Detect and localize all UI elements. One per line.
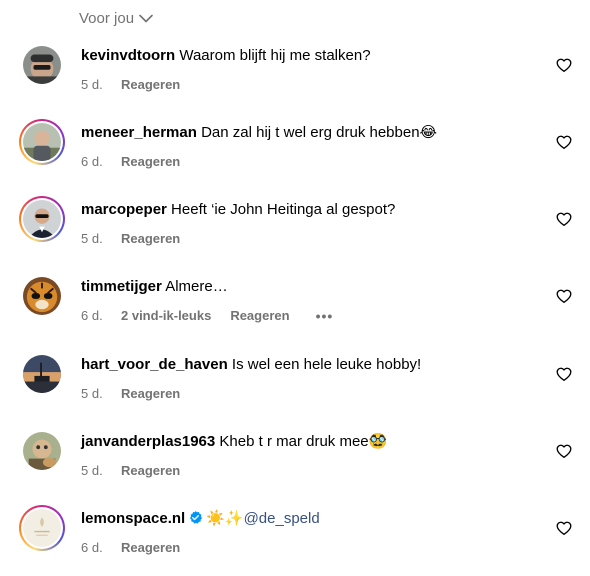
comment-timestamp[interactable]: 6 d.	[81, 540, 121, 556]
comment-meta: 5 d. Reageren	[81, 77, 180, 93]
man-cap-sunglasses-image	[23, 46, 61, 84]
reply-button[interactable]: Reageren	[121, 463, 180, 479]
comment-username[interactable]: marcopeper	[81, 201, 167, 218]
comment-item: meneer_herman Dan zal hij t wel erg druk…	[0, 119, 590, 189]
likes-count-link[interactable]: 2 vind-ik-leuks	[121, 308, 211, 324]
comment-item: timmetijger Almere… 6 d. 2 vind-ik-leuks Re…	[0, 273, 590, 343]
comment-line: janvanderplas1963 Kheb t r mar druk mee🥸	[81, 432, 387, 452]
sort-dropdown[interactable]: Voor jou	[79, 7, 153, 29]
comment-line: marcopeper Heeft ‘ie John Heitinga al ge…	[81, 200, 395, 220]
comment-text: Dan zal hij t wel erg druk hebben😂	[201, 124, 438, 141]
comment-text: Waarom blijft hij me stalken?	[179, 47, 371, 64]
comment-line: lemonspace.nl ☀️✨@de_speld	[81, 509, 320, 531]
comment-item: lemonspace.nl ☀️✨@de_speld 6 d. Reageren	[0, 505, 590, 575]
more-options-icon[interactable]: •••	[316, 309, 334, 323]
comment-meta: 5 d. Reageren	[81, 463, 180, 479]
comment-item: janvanderplas1963 Kheb t r mar druk mee🥸…	[0, 428, 590, 498]
comment-meta: 6 d. Reageren	[81, 540, 180, 556]
comment-timestamp[interactable]: 5 d.	[81, 463, 121, 479]
man-sunglasses-suit-image	[23, 200, 61, 238]
comment-text: Almere…	[165, 278, 228, 295]
harbor-sunset-image	[23, 355, 61, 393]
verified-badge-icon	[188, 510, 203, 531]
reply-button[interactable]: Reageren	[121, 386, 180, 402]
comment-text: Is wel een hele leuke hobby!	[231, 356, 422, 373]
reply-button[interactable]: Reageren	[230, 308, 289, 324]
comment-timestamp[interactable]: 5 d.	[81, 231, 121, 247]
like-heart-icon[interactable]	[556, 366, 572, 382]
comment-username[interactable]: timmetijger	[81, 278, 162, 295]
avatar[interactable]	[19, 119, 65, 165]
comment-timestamp[interactable]: 5 d.	[81, 77, 121, 93]
comment-meta: 6 d. Reageren	[81, 154, 180, 170]
comment-username[interactable]: hart_voor_de_haven	[81, 356, 228, 373]
avatar[interactable]	[19, 273, 65, 319]
lemonspace-logo-image	[23, 509, 61, 547]
avatar[interactable]	[19, 42, 65, 88]
comment-text: ☀️✨	[206, 510, 244, 527]
comment-timestamp[interactable]: 6 d.	[81, 308, 121, 324]
comment-item: marcopeper Heeft ‘ie John Heitinga al ge…	[0, 196, 590, 266]
comment-text: Kheb t r mar druk mee🥸	[219, 433, 388, 450]
avatar[interactable]	[19, 428, 65, 474]
like-heart-icon[interactable]	[556, 288, 572, 304]
like-heart-icon[interactable]	[556, 134, 572, 150]
comment-line: timmetijger Almere…	[81, 277, 228, 297]
like-heart-icon[interactable]	[556, 520, 572, 536]
sort-label: Voor jou	[79, 9, 135, 27]
comment-timestamp[interactable]: 5 d.	[81, 386, 121, 402]
avatar[interactable]	[19, 196, 65, 242]
comment-line: hart_voor_de_haven Is wel een hele leuke…	[81, 355, 421, 375]
comment-timestamp[interactable]: 6 d.	[81, 154, 121, 170]
comment-meta: 5 d. Reageren	[81, 386, 180, 402]
mention-link[interactable]: @de_speld	[244, 510, 320, 527]
like-heart-icon[interactable]	[556, 443, 572, 459]
comment-text: Heeft ‘ie John Heitinga al gespot?	[171, 201, 396, 218]
tiger-sunglasses-image	[23, 277, 61, 315]
comment-line: kevinvdtoorn Waarom blijft hij me stalke…	[81, 46, 371, 66]
comment-username[interactable]: meneer_herman	[81, 124, 197, 141]
comment-item: kevinvdtoorn Waarom blijft hij me stalke…	[0, 42, 590, 112]
bald-man-outdoors-image	[23, 123, 61, 161]
comment-line: meneer_herman Dan zal hij t wel erg druk…	[81, 123, 437, 143]
comment-meta: 6 d. 2 vind-ik-leuks Reageren •••	[81, 308, 333, 324]
avatar[interactable]	[19, 505, 65, 551]
avatar[interactable]	[19, 351, 65, 397]
reply-button[interactable]: Reageren	[121, 77, 180, 93]
like-heart-icon[interactable]	[556, 57, 572, 73]
reply-button[interactable]: Reageren	[121, 231, 180, 247]
comment-username[interactable]: janvanderplas1963	[81, 433, 215, 450]
man-with-dog-image	[23, 432, 61, 470]
reply-button[interactable]: Reageren	[121, 540, 180, 556]
comment-username[interactable]: lemonspace.nl	[81, 510, 185, 527]
comment-meta: 5 d. Reageren	[81, 231, 180, 247]
like-heart-icon[interactable]	[556, 211, 572, 227]
chevron-down-icon	[139, 14, 153, 23]
comment-username[interactable]: kevinvdtoorn	[81, 47, 175, 64]
reply-button[interactable]: Reageren	[121, 154, 180, 170]
comment-item: hart_voor_de_haven Is wel een hele leuke…	[0, 351, 590, 421]
